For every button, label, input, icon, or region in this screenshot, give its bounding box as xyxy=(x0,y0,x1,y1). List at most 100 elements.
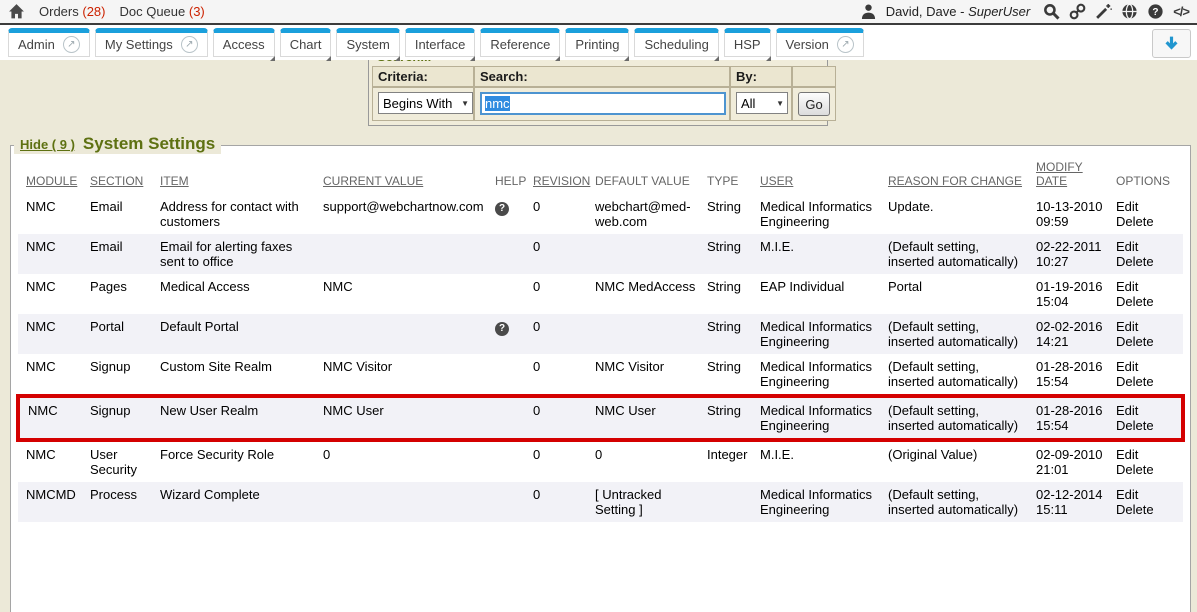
cell-help xyxy=(493,274,531,314)
orders-count: (28) xyxy=(82,4,105,19)
cell-user: M.I.E. xyxy=(758,440,886,482)
cell-options: EditDelete xyxy=(1114,234,1183,274)
cell-revision: 0 xyxy=(531,482,593,522)
cell-modify-date: 02-02-2016 14:21 xyxy=(1034,314,1114,354)
tab-label: Admin xyxy=(18,37,55,52)
delete-link[interactable]: Delete xyxy=(1116,418,1175,433)
edit-link[interactable]: Edit xyxy=(1116,319,1177,334)
cell-user: M.I.E. xyxy=(758,234,886,274)
tab-bar: Admin↗My Settings↗AccessChartSystemInter… xyxy=(0,25,1197,60)
cell-module: NMC xyxy=(18,194,88,234)
code-icon[interactable]: </> xyxy=(1173,4,1189,19)
orders-link[interactable]: Orders (28) xyxy=(39,4,105,19)
globe-icon[interactable] xyxy=(1121,3,1138,20)
tab-printing[interactable]: Printing xyxy=(565,28,629,57)
cell-revision: 0 xyxy=(531,314,593,354)
tab-scheduling[interactable]: Scheduling xyxy=(634,28,718,57)
tab-my-settings[interactable]: My Settings↗ xyxy=(95,28,208,57)
delete-link[interactable]: Delete xyxy=(1116,254,1177,269)
edit-link[interactable]: Edit xyxy=(1116,239,1177,254)
cell-item: Custom Site Realm xyxy=(158,354,321,396)
delete-link[interactable]: Delete xyxy=(1116,214,1177,229)
menu-corner-icon xyxy=(555,56,560,61)
doc-queue-link[interactable]: Doc Queue (3) xyxy=(119,4,204,19)
menu-corner-icon xyxy=(395,56,400,61)
cell-type: String xyxy=(705,274,758,314)
column-header-current-value[interactable]: CURRENT VALUE xyxy=(321,158,493,194)
tab-label: HSP xyxy=(734,37,761,52)
column-header-item[interactable]: ITEM xyxy=(158,158,321,194)
tab-bar-tabs: Admin↗My Settings↗AccessChartSystemInter… xyxy=(0,25,1197,57)
delete-link[interactable]: Delete xyxy=(1116,462,1177,477)
popout-arrow-icon[interactable]: ↗ xyxy=(181,36,198,53)
criteria-select[interactable]: Begins With▼ xyxy=(378,92,473,114)
column-header-revision[interactable]: REVISION xyxy=(531,158,593,194)
table-row: NMCPagesMedical AccessNMC0NMC MedAccessS… xyxy=(18,274,1183,314)
edit-link[interactable]: Edit xyxy=(1116,199,1177,214)
table-row: NMCEmailAddress for contact with custome… xyxy=(18,194,1183,234)
tab-hsp[interactable]: HSP xyxy=(724,28,771,57)
column-header-options: OPTIONS xyxy=(1114,158,1183,194)
cell-type: String xyxy=(705,354,758,396)
edit-link[interactable]: Edit xyxy=(1116,487,1177,502)
cell-user: Medical Informatics Engineering xyxy=(758,482,886,522)
go-button[interactable]: Go xyxy=(798,92,830,116)
edit-link[interactable]: Edit xyxy=(1116,447,1177,462)
popout-arrow-icon[interactable]: ↗ xyxy=(837,36,854,53)
down-arrow-icon xyxy=(1163,35,1180,52)
tab-reference[interactable]: Reference xyxy=(480,28,560,57)
column-header-default-value: DEFAULT VALUE xyxy=(593,158,705,194)
column-header-user[interactable]: USER xyxy=(758,158,886,194)
edit-link[interactable]: Edit xyxy=(1116,279,1177,294)
tab-chart[interactable]: Chart xyxy=(280,28,332,57)
tab-admin[interactable]: Admin ↗ xyxy=(8,28,90,57)
column-header-reason-for-change[interactable]: REASON FOR CHANGE xyxy=(886,158,1034,194)
link-icon[interactable] xyxy=(1069,3,1086,20)
popout-arrow-icon[interactable]: ↗ xyxy=(63,36,80,53)
cell-type: String xyxy=(705,314,758,354)
cell-modify-date: 01-19-2016 15:04 xyxy=(1034,274,1114,314)
cell-options: EditDelete xyxy=(1114,314,1183,354)
menu-corner-icon xyxy=(714,56,719,61)
tab-interface[interactable]: Interface xyxy=(405,28,476,57)
row-help-icon[interactable]: ? xyxy=(495,202,509,216)
cell-options: EditDelete xyxy=(1114,274,1183,314)
table-row: NMCUser SecurityForce Security Role000In… xyxy=(18,440,1183,482)
column-header-modify-date[interactable]: MODIFY DATE xyxy=(1034,158,1114,194)
scroll-down-button[interactable] xyxy=(1152,29,1191,58)
tab-system[interactable]: System xyxy=(336,28,399,57)
help-icon[interactable]: ? xyxy=(1147,3,1164,20)
svg-text:?: ? xyxy=(1153,7,1159,18)
hide-link[interactable]: Hide ( 9 ) xyxy=(20,137,75,152)
column-header-module[interactable]: MODULE xyxy=(18,158,88,194)
delete-link[interactable]: Delete xyxy=(1116,374,1177,389)
tab-access[interactable]: Access xyxy=(213,28,275,57)
system-settings-legend: Hide ( 9 ) System Settings xyxy=(14,134,221,154)
cell-reason: (Default setting, inserted automatically… xyxy=(886,396,1034,440)
wand-icon[interactable] xyxy=(1095,3,1112,20)
menu-corner-icon xyxy=(326,56,331,61)
edit-link[interactable]: Edit xyxy=(1116,403,1175,418)
cell-default-value: [ Untracked Setting ] xyxy=(593,482,705,522)
delete-link[interactable]: Delete xyxy=(1116,294,1177,309)
by-select[interactable]: All▼ xyxy=(736,92,788,114)
cell-options: EditDelete xyxy=(1114,396,1183,440)
delete-link[interactable]: Delete xyxy=(1116,502,1177,517)
search-panel: Search... Criteria: Search: By: Begins W… xyxy=(368,58,828,126)
tab-label: Printing xyxy=(575,37,619,52)
edit-link[interactable]: Edit xyxy=(1116,359,1177,374)
row-help-icon[interactable]: ? xyxy=(495,322,509,336)
cell-item: Force Security Role xyxy=(158,440,321,482)
search-input[interactable]: nmc xyxy=(480,92,726,115)
cell-item: Medical Access xyxy=(158,274,321,314)
person-icon xyxy=(860,3,877,20)
cell-modify-date: 02-12-2014 15:11 xyxy=(1034,482,1114,522)
tab-label: Interface xyxy=(415,37,466,52)
tab-label: Scheduling xyxy=(644,37,708,52)
column-header-section[interactable]: SECTION xyxy=(88,158,158,194)
tab-version[interactable]: Version↗ xyxy=(776,28,864,57)
home-icon[interactable] xyxy=(8,3,25,20)
user-name: David, Dave - SuperUser xyxy=(886,4,1031,19)
search-icon[interactable] xyxy=(1043,3,1060,20)
delete-link[interactable]: Delete xyxy=(1116,334,1177,349)
